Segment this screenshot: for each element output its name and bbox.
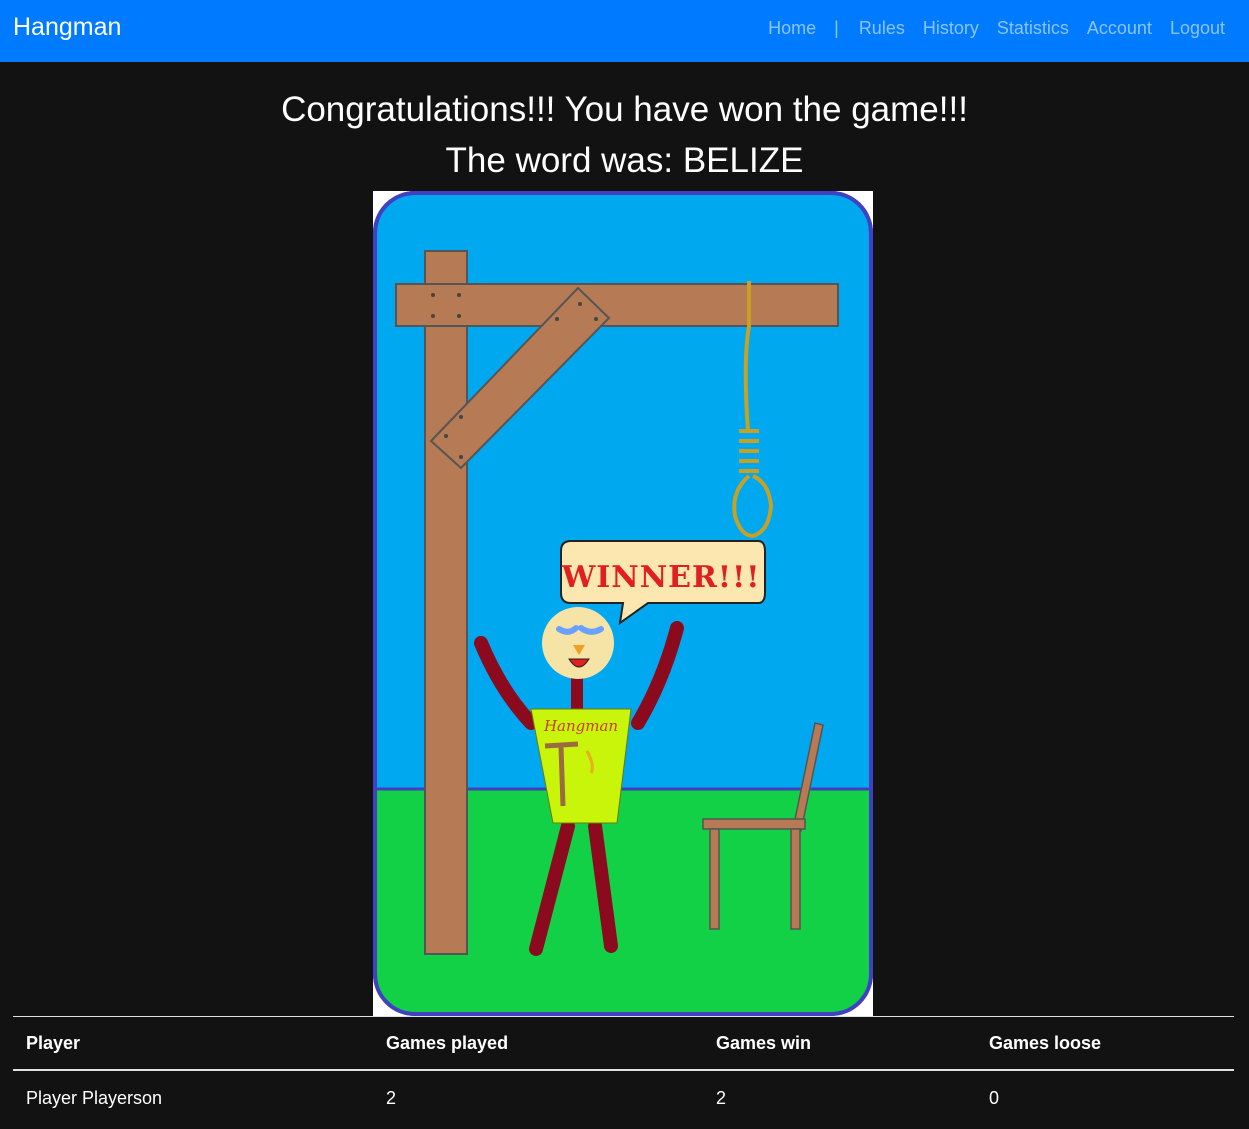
header-player: Player — [13, 1016, 373, 1071]
cell-games-loose: 0 — [989, 1088, 1000, 1108]
nav-links: Home | Rules History Statistics Account … — [768, 16, 1225, 40]
nav-account-link[interactable]: Account — [1087, 16, 1152, 40]
hangman-winner-image: WINNER!!! Hangman — [373, 191, 873, 1016]
nav-statistics-link[interactable]: Statistics — [997, 16, 1069, 40]
cell-games-win: 2 — [716, 1088, 727, 1108]
top-navbar: Hangman Home | Rules History Statistics … — [0, 0, 1249, 62]
table-row: Player Playerson 2 2 0 — [13, 1070, 1234, 1126]
win-message: Congratulations!!! You have won the game… — [281, 90, 968, 129]
brand-link[interactable]: Hangman — [13, 12, 121, 42]
nav-home-link[interactable]: Home — [768, 16, 816, 40]
cell-player-name: Player Playerson — [26, 1088, 163, 1108]
word-reveal: The word was: BELIZE — [445, 141, 804, 180]
nav-rules-link[interactable]: Rules — [859, 16, 905, 40]
bubble-text: WINNER!!! — [561, 560, 761, 595]
header-games-loose: Games loose — [976, 1016, 1234, 1071]
nav-separator: | — [834, 18, 839, 38]
shirt-text: Hangman — [543, 717, 618, 735]
nav-history-link[interactable]: History — [923, 16, 979, 40]
header-games-played: Games played — [373, 1016, 703, 1071]
nav-logout-link[interactable]: Logout — [1170, 16, 1225, 40]
table-header-row: Player Games played Games win Games loos… — [13, 1016, 1234, 1071]
header-games-win: Games win — [703, 1016, 976, 1071]
cell-games-played: 2 — [386, 1088, 397, 1108]
player-stats-table: Player Games played Games win Games loos… — [13, 1016, 1234, 1126]
